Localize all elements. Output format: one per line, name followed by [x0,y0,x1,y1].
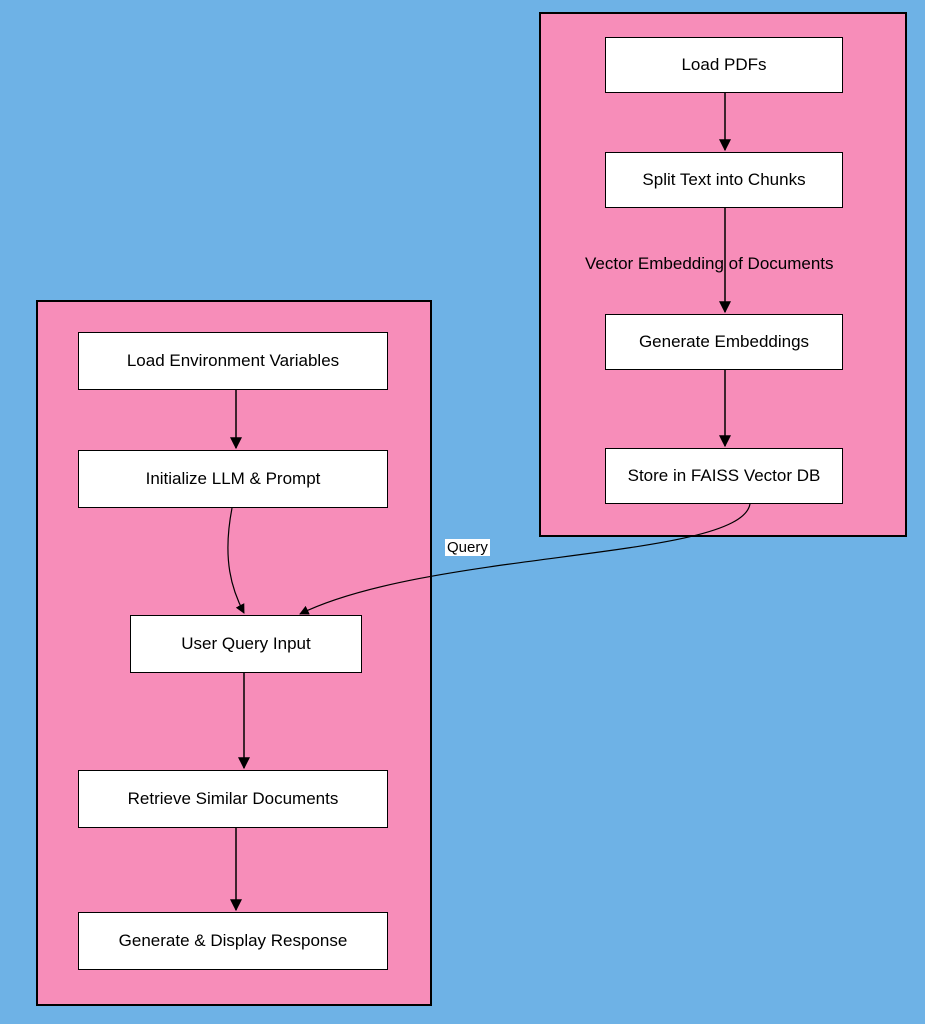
node-retrieve: Retrieve Similar Documents [78,770,388,828]
node-label: Split Text into Chunks [642,170,805,190]
node-store-faiss: Store in FAISS Vector DB [605,448,843,504]
section-label-vector-embedding: Vector Embedding of Documents [585,254,834,274]
node-label: Load Environment Variables [127,351,339,371]
node-load-pdfs: Load PDFs [605,37,843,93]
node-init-llm: Initialize LLM & Prompt [78,450,388,508]
edge-label-query: Query [445,539,490,556]
node-label: User Query Input [181,634,310,654]
node-label: Store in FAISS Vector DB [628,466,821,486]
node-generate-embeddings: Generate Embeddings [605,314,843,370]
node-label: Generate & Display Response [119,931,348,951]
diagram-canvas: Load PDFs Split Text into Chunks Vector … [0,0,925,1024]
node-user-query: User Query Input [130,615,362,673]
node-load-env: Load Environment Variables [78,332,388,390]
node-label: Generate Embeddings [639,332,809,352]
node-label: Load PDFs [681,55,766,75]
node-generate-response: Generate & Display Response [78,912,388,970]
node-label: Retrieve Similar Documents [128,789,339,809]
node-split-text: Split Text into Chunks [605,152,843,208]
node-label: Initialize LLM & Prompt [146,469,321,489]
